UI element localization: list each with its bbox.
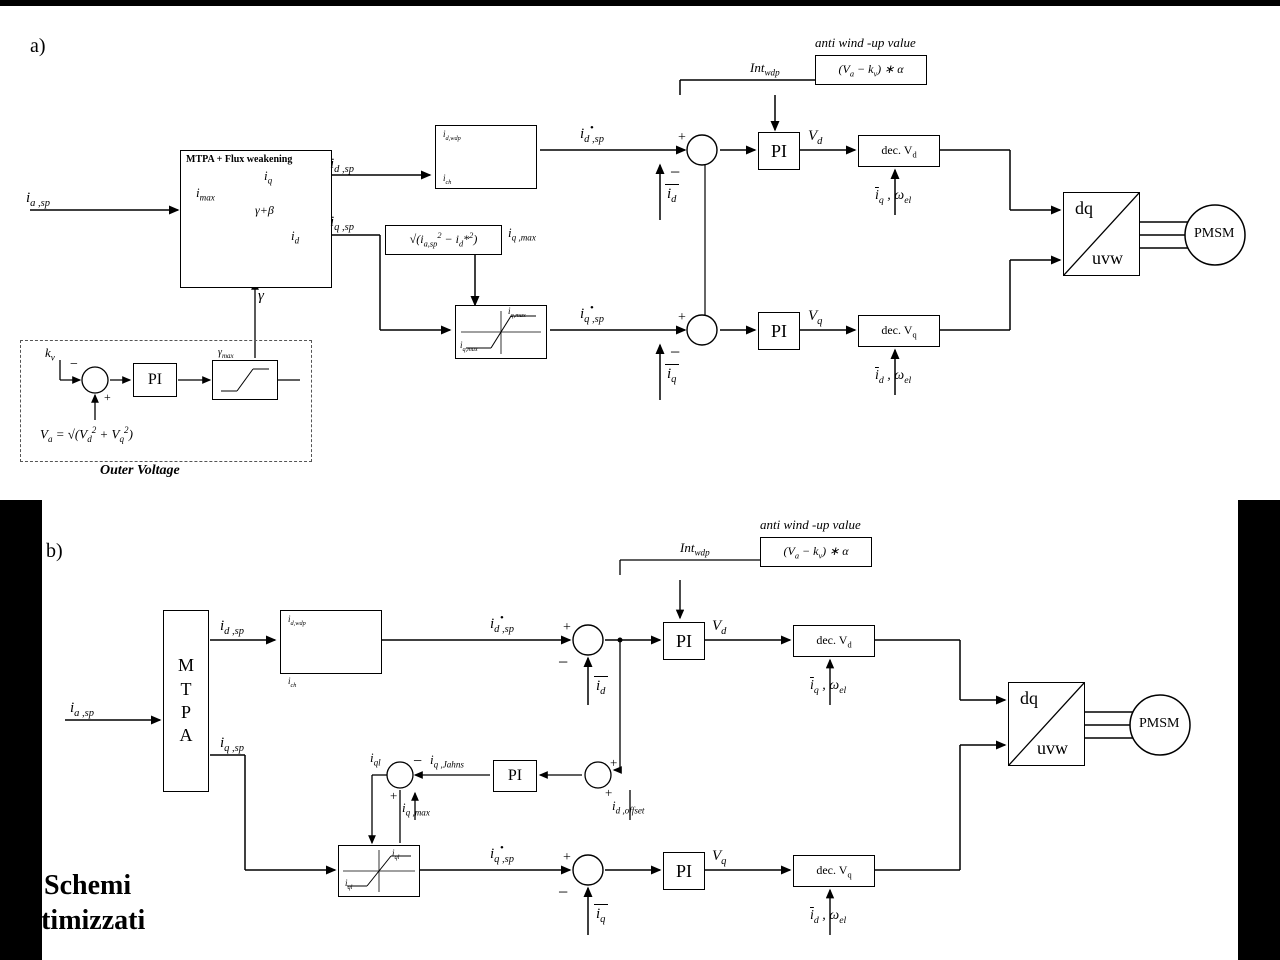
label-iqjohns: iq ,Jahns	[430, 752, 464, 770]
label-pmsm-b: PMSM	[1139, 716, 1179, 732]
label-iqsp-starb: •iq ,sp	[490, 846, 514, 865]
block-pi-d-b: PI	[663, 622, 705, 660]
label-iqbar-b: iq	[596, 906, 605, 925]
plus-iql: +	[390, 788, 397, 804]
label-idsp-b: id ,sp	[220, 618, 244, 637]
block-pi-johns: PI	[493, 760, 537, 792]
label-idbar-b: id	[596, 678, 605, 697]
label-ia-sp-b: ia ,sp	[70, 700, 94, 719]
label-idsp-starb: •id ,sp	[490, 616, 514, 635]
label-iql: iql	[370, 750, 381, 768]
block-dec-vd-b: dec. Vd	[793, 625, 875, 657]
label-dq-b: dq	[1020, 688, 1038, 709]
label-ich-b: ich	[288, 676, 296, 689]
minus-db: −	[558, 652, 568, 673]
plus-off2: +	[605, 785, 612, 801]
minus-iql: −	[413, 753, 422, 771]
label-iqsp-b: iq ,sp	[220, 735, 244, 754]
plus-db: +	[563, 620, 571, 636]
label-idoffset: id ,offset	[612, 798, 644, 816]
caption-ottim: Ottimizzati	[10, 905, 145, 937]
block-dec-vq-b: dec. Vq	[793, 855, 875, 887]
block-mtpa-b: MTPA	[163, 610, 209, 792]
block-antiwind-b: (Va − kv) ∗ α	[760, 537, 872, 567]
label-antiwind-b: anti wind -up value	[760, 517, 861, 533]
label-idwdp-b: id,wdp	[288, 614, 306, 627]
label-iqmax-b: iq ,max	[402, 800, 430, 818]
label-iqwel-b: iq , ωel	[810, 678, 846, 696]
plus-qb: +	[563, 850, 571, 866]
label-iqlb2: iql	[345, 878, 352, 891]
label-iqlb: iql	[392, 848, 399, 861]
label-vqb: Vq	[712, 848, 726, 867]
plus-off1: +	[610, 755, 617, 771]
label-uvw-b: uvw	[1037, 738, 1068, 759]
label-vdb: Vd	[712, 618, 726, 637]
label-idwel-b: id , ωel	[810, 908, 846, 926]
wires-b	[0, 0, 1280, 960]
caption-schemi: Schemi	[44, 870, 131, 902]
block-pi-q-b: PI	[663, 852, 705, 890]
label-intwdp-b: Intwdp	[680, 540, 710, 558]
minus-qb: −	[558, 882, 568, 903]
